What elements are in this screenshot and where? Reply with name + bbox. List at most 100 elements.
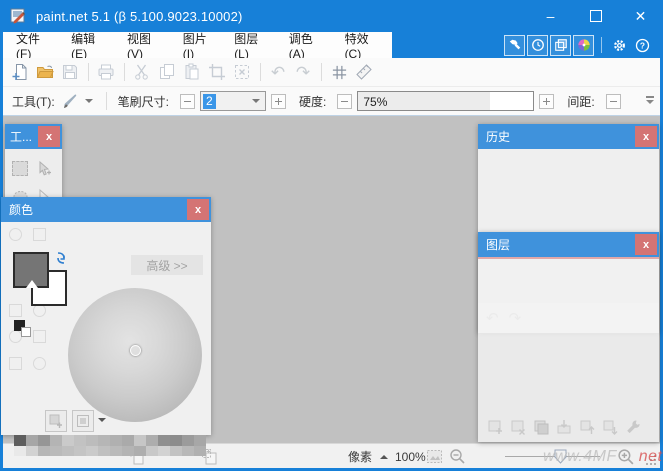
palette-swatch[interactable]: [38, 446, 50, 457]
hardness-increment-button[interactable]: [539, 94, 554, 109]
toolbar-overflow-button[interactable]: [645, 96, 655, 106]
palette-swatch[interactable]: [122, 446, 134, 457]
hardness-decrement-button[interactable]: [337, 94, 352, 109]
default-colors-button[interactable]: [14, 320, 32, 338]
color-wheel[interactable]: [68, 288, 202, 422]
history-panel-close-button[interactable]: x: [635, 126, 657, 147]
tools-panel-close-button[interactable]: x: [38, 126, 60, 147]
palette-swatch[interactable]: [194, 446, 206, 457]
minimize-button[interactable]: –: [528, 0, 573, 32]
grid-toggle-button[interactable]: [327, 60, 351, 84]
palette-swatch[interactable]: [74, 446, 86, 457]
history-window-toggle-button[interactable]: [527, 35, 548, 56]
settings-button[interactable]: [609, 35, 630, 56]
palette-swatch[interactable]: [170, 446, 182, 457]
palette-swatch[interactable]: [182, 446, 194, 457]
palette-swatch[interactable]: [194, 435, 206, 446]
ghost-eyedropper-icon: [9, 304, 22, 317]
palette-swatch[interactable]: [62, 446, 74, 457]
palette-swatch[interactable]: [146, 446, 158, 457]
zoom-out-button[interactable]: [449, 444, 466, 469]
copy-button[interactable]: [155, 60, 179, 84]
layer-properties-button[interactable]: [621, 417, 644, 437]
palette-swatch[interactable]: [26, 446, 38, 457]
palette-swatch[interactable]: [26, 435, 38, 446]
palette-swatch[interactable]: [74, 435, 86, 446]
palette-swatch[interactable]: [146, 435, 158, 446]
paste-button[interactable]: [180, 60, 204, 84]
menu-item-file[interactable]: 文件(F): [7, 32, 62, 58]
toolbar-separator: [321, 63, 322, 81]
maximize-button[interactable]: [573, 0, 618, 32]
palette-menu-button[interactable]: [72, 410, 94, 432]
brush-size-combobox[interactable]: 2: [200, 91, 266, 111]
spacing-decrement-button[interactable]: [606, 94, 621, 109]
palette-swatch[interactable]: [158, 435, 170, 446]
palette-swatch[interactable]: [110, 446, 122, 457]
palette-swatch[interactable]: [134, 446, 146, 457]
palette-swatch[interactable]: [158, 446, 170, 457]
add-layer-button[interactable]: [483, 417, 506, 437]
tool-rectangle-select[interactable]: [8, 156, 32, 180]
swap-colors-button[interactable]: [54, 251, 68, 265]
menu-item-layers[interactable]: 图层(L): [225, 32, 280, 58]
move-layer-down-button[interactable]: [598, 417, 621, 437]
chevron-down-icon: [252, 99, 260, 103]
help-button[interactable]: ?: [632, 35, 653, 56]
menu-item-view[interactable]: 视图(V): [118, 32, 174, 58]
palette-swatch[interactable]: [50, 446, 62, 457]
layers-panel-close-button[interactable]: x: [635, 234, 657, 255]
palette-swatch[interactable]: [98, 446, 110, 457]
palette-swatch[interactable]: [14, 446, 26, 457]
layers-window-toggle-button[interactable]: [550, 35, 571, 56]
duplicate-layer-button[interactable]: [529, 417, 552, 437]
menu-item-effects[interactable]: 特效(C): [336, 32, 392, 58]
palette-swatch[interactable]: [110, 435, 122, 446]
palette-swatch[interactable]: [122, 435, 134, 446]
colors-window-toggle-button[interactable]: [573, 35, 594, 56]
add-color-to-palette-button[interactable]: [45, 410, 67, 432]
open-button[interactable]: [33, 60, 57, 84]
close-button[interactable]: ✕: [618, 0, 663, 32]
palette-swatch[interactable]: [134, 435, 146, 446]
tool-picker-button[interactable]: [61, 91, 93, 111]
move-arrow-icon: [36, 160, 53, 177]
deselect-button[interactable]: [230, 60, 254, 84]
palette-swatch[interactable]: [98, 435, 110, 446]
copy-icon: [158, 63, 176, 81]
palette-swatch[interactable]: [86, 446, 98, 457]
save-button[interactable]: [58, 60, 82, 84]
new-button[interactable]: [8, 60, 32, 84]
menu-item-adjustments[interactable]: 调色(A): [280, 32, 336, 58]
cut-button[interactable]: [130, 60, 154, 84]
palette-swatch[interactable]: [62, 435, 74, 446]
advanced-colors-button[interactable]: 高级 >>: [131, 255, 203, 275]
delete-layer-button[interactable]: [506, 417, 529, 437]
palette-swatch[interactable]: [38, 435, 50, 446]
menu-item-image[interactable]: 图片(I): [174, 32, 225, 58]
unit-selector[interactable]: 像素: [348, 444, 388, 469]
redo-button[interactable]: ↷: [291, 60, 315, 84]
palette-swatch[interactable]: [86, 435, 98, 446]
palette-swatch[interactable]: [50, 435, 62, 446]
palette-swatch[interactable]: [170, 435, 182, 446]
palette-swatch[interactable]: [182, 435, 194, 446]
print-button[interactable]: [94, 60, 118, 84]
brush-size-increment-button[interactable]: [271, 94, 286, 109]
zoom-to-window-button[interactable]: [426, 444, 443, 469]
menu-item-edit[interactable]: 编辑(E): [62, 32, 118, 58]
print-icon: [97, 63, 115, 81]
colors-panel-close-button[interactable]: x: [187, 199, 209, 220]
palette-swatch[interactable]: [14, 435, 26, 446]
ruler-toggle-button[interactable]: [352, 60, 376, 84]
tools-window-toggle-button[interactable]: [504, 35, 525, 56]
palette-dropdown-arrow[interactable]: [98, 418, 106, 422]
primary-color-swatch[interactable]: [13, 252, 49, 288]
undo-button[interactable]: ↶: [266, 60, 290, 84]
brush-size-decrement-button[interactable]: [180, 94, 195, 109]
hardness-input[interactable]: 75%: [357, 91, 534, 111]
tool-move-selected-pixels[interactable]: [32, 156, 56, 180]
crop-button[interactable]: [205, 60, 229, 84]
move-layer-up-button[interactable]: [575, 417, 598, 437]
merge-layer-down-button[interactable]: [552, 417, 575, 437]
